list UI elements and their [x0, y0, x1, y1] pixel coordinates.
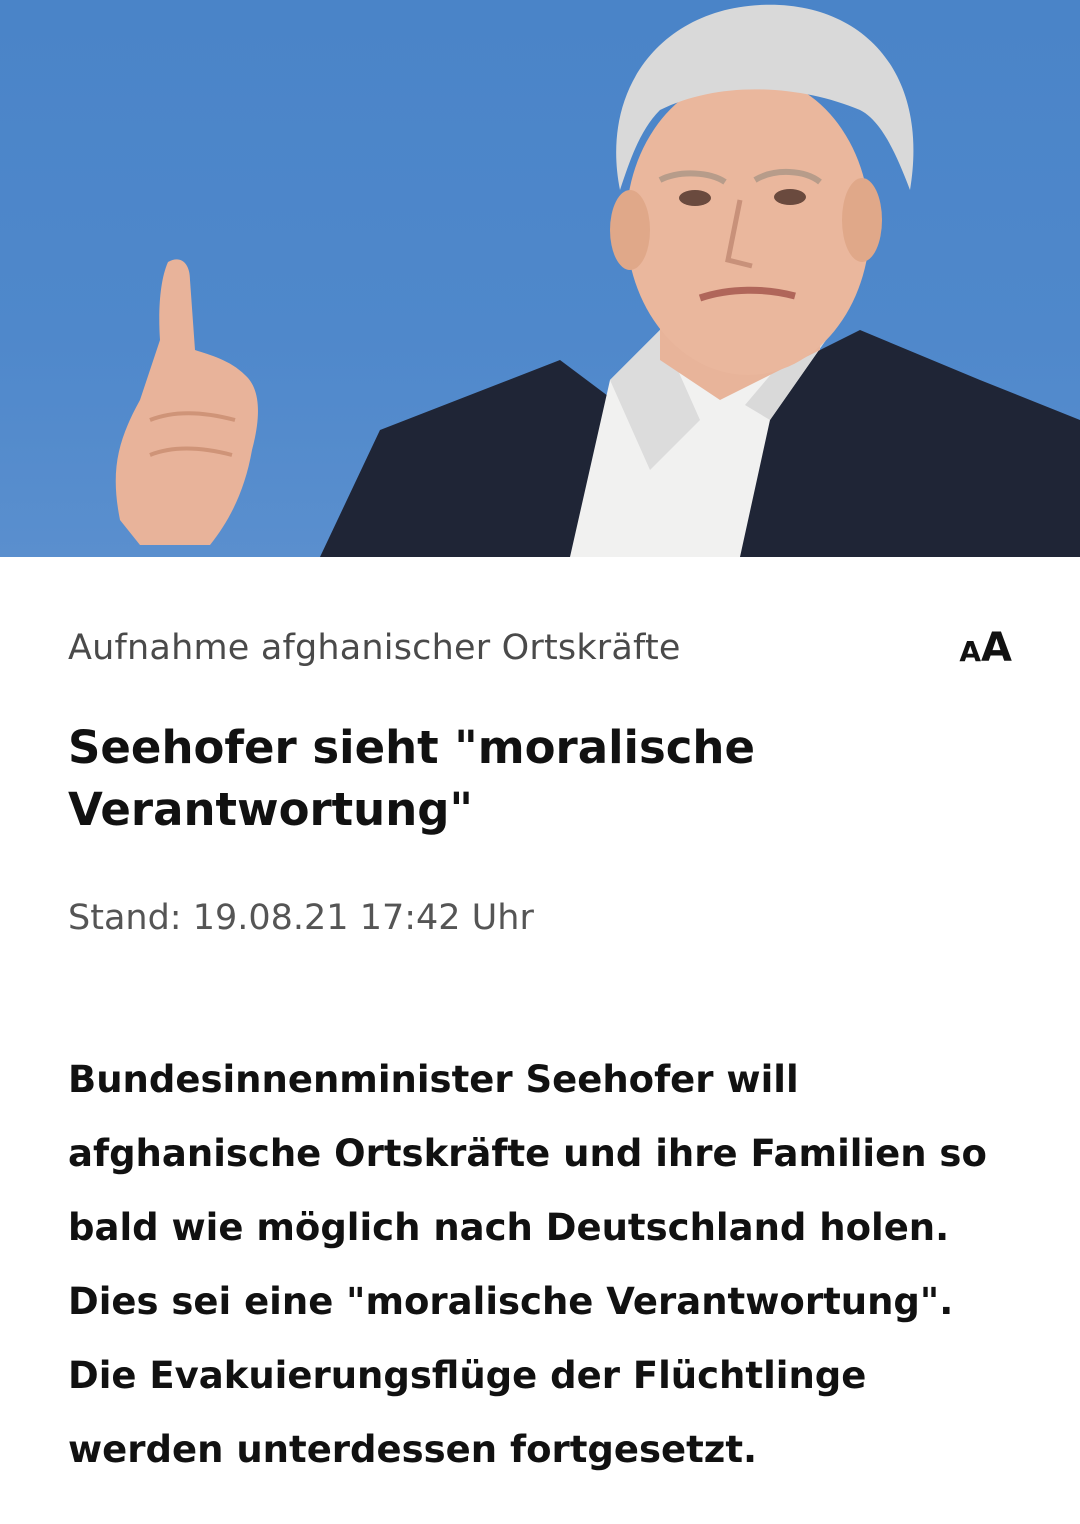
- topline-row: Aufnahme afghanischer Ortskräfte AA: [68, 623, 1012, 673]
- article-dateline: Stand: 19.08.21 17:42 Uhr: [68, 898, 534, 938]
- article-lead: Bundesinnenminister Seehofer will afghan…: [68, 1058, 987, 1471]
- font-size-small-letter: A: [959, 635, 982, 668]
- article-headline: Seehofer sieht "moralische Verantwortung…: [68, 721, 755, 836]
- font-size-icon[interactable]: AA: [952, 625, 1012, 671]
- article-topline: Aufnahme afghanischer Ortskräfte: [68, 628, 681, 668]
- font-size-big-letter: A: [981, 625, 1012, 671]
- article-hero-image: [0, 0, 1080, 557]
- portrait-photo: [115, 4, 1080, 557]
